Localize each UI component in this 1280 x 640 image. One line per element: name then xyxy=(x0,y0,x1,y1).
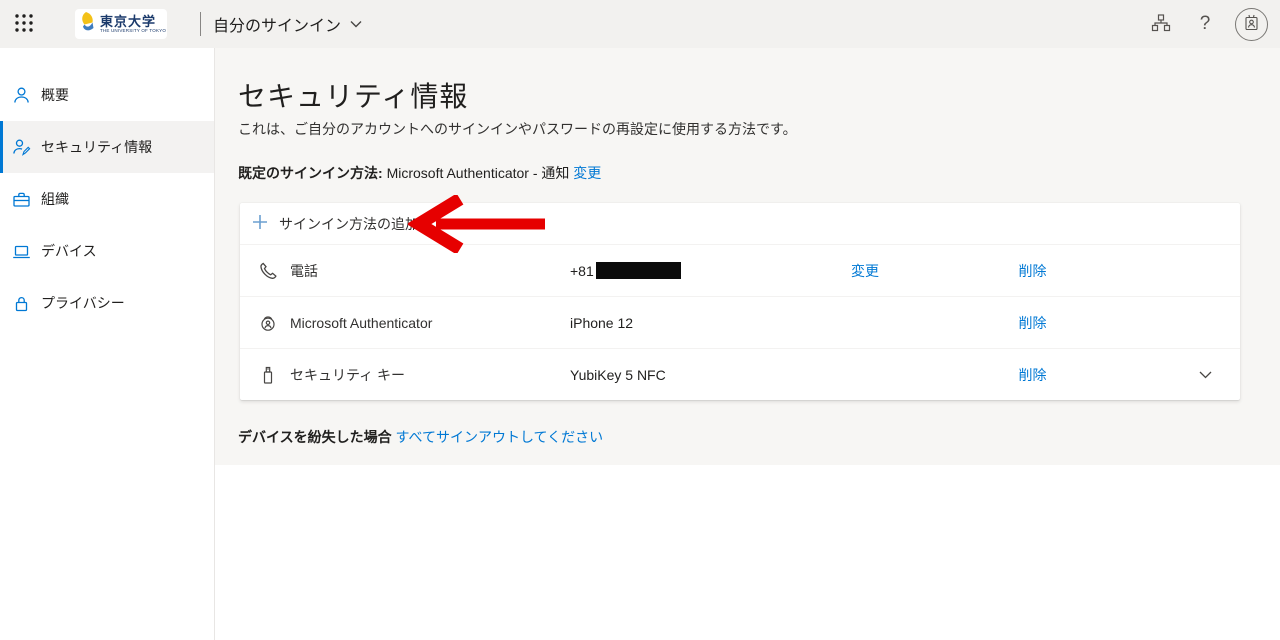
method-row-phone: 電話 +81 変更 削除 xyxy=(240,244,1240,296)
sidebar-item-organizations[interactable]: 組織 xyxy=(0,173,214,225)
expand-security-key-chevron[interactable] xyxy=(1120,371,1240,379)
person-icon xyxy=(11,85,31,105)
logo-text: 東京大学 THE UNIVERSITY OF TOKYO xyxy=(100,15,166,33)
sign-out-everywhere-link[interactable]: すべてサインアウトしてください xyxy=(395,429,603,445)
change-phone-link[interactable]: 変更 xyxy=(851,263,879,279)
header-divider xyxy=(200,12,201,36)
sidebar-item-label: プライバシー xyxy=(41,293,125,313)
phone-icon xyxy=(258,261,290,280)
sidebar-item-label: セキュリティ情報 xyxy=(41,137,152,157)
sidebar-item-label: デバイス xyxy=(41,241,97,261)
top-header: 東京大学 THE UNIVERSITY OF TOKYO 自分のサインイン xyxy=(0,0,1280,48)
main-content: セキュリティ情報 これは、ご自分のアカウントへのサインインやパスワードの再設定に… xyxy=(215,48,1280,465)
question-mark-icon: ? xyxy=(1200,13,1211,35)
lock-icon xyxy=(11,293,31,313)
usb-key-icon xyxy=(258,364,290,386)
my-signins-page: 東京大学 THE UNIVERSITY OF TOKYO 自分のサインイン xyxy=(0,0,1280,640)
delete-security-key-link[interactable]: 削除 xyxy=(1019,367,1047,383)
default-signin-method: 既定のサインイン方法: Microsoft Authenticator - 通知… xyxy=(238,163,601,183)
app-launcher-button[interactable] xyxy=(0,0,48,48)
sidebar-item-label: 概要 xyxy=(41,85,69,105)
ginkgo-leaf-icon xyxy=(76,11,96,38)
id-badge-icon xyxy=(1243,13,1260,36)
page-description: これは、ご自分のアカウントへのサインインやパスワードの再設定に使用する方法です。 xyxy=(238,119,797,139)
method-detail: +81 xyxy=(570,262,785,279)
delete-authenticator-link[interactable]: 削除 xyxy=(1019,315,1047,331)
redacted-phone-number xyxy=(596,262,681,279)
method-name: 電話 xyxy=(290,261,570,281)
account-avatar-button[interactable] xyxy=(1235,8,1268,41)
method-name: Microsoft Authenticator xyxy=(290,315,570,331)
change-default-method-link[interactable]: 変更 xyxy=(573,165,601,181)
organizations-button[interactable] xyxy=(1139,0,1183,48)
phone-country-code: +81 xyxy=(570,263,594,279)
header-right-actions: ? xyxy=(1139,0,1280,48)
laptop-icon xyxy=(11,241,31,261)
page-title: セキュリティ情報 xyxy=(238,75,468,115)
add-signin-method-button[interactable]: サインイン方法の追加 xyxy=(240,203,1240,244)
app-title: 自分のサインイン xyxy=(213,12,341,36)
logo-text-jp: 東京大学 xyxy=(100,15,166,28)
lost-device-label: デバイスを紛失した場合 xyxy=(238,429,392,445)
lost-device-line: デバイスを紛失した場合 すべてサインアウトしてください xyxy=(238,427,603,447)
sidebar-item-security-info[interactable]: セキュリティ情報 xyxy=(0,121,214,173)
method-row-authenticator: Microsoft Authenticator iPhone 12 削除 xyxy=(240,296,1240,348)
sidebar-item-devices[interactable]: デバイス xyxy=(0,225,214,277)
briefcase-icon xyxy=(11,189,31,209)
org-chart-icon xyxy=(1151,14,1171,35)
method-detail: YubiKey 5 NFC xyxy=(570,367,785,383)
default-method-value: Microsoft Authenticator - 通知 xyxy=(387,165,570,181)
help-button[interactable]: ? xyxy=(1183,0,1227,48)
delete-phone-link[interactable]: 削除 xyxy=(1019,263,1047,279)
signin-methods-card: サインイン方法の追加 電話 +81 変更 削除 xyxy=(240,203,1240,400)
sidebar-item-overview[interactable]: 概要 xyxy=(0,69,214,121)
person-edit-icon xyxy=(11,137,31,157)
waffle-icon xyxy=(14,13,34,36)
logo-text-en: THE UNIVERSITY OF TOKYO xyxy=(100,28,166,33)
sidebar-item-privacy[interactable]: プライバシー xyxy=(0,277,214,329)
chevron-down-icon xyxy=(350,15,362,33)
university-logo[interactable]: 東京大学 THE UNIVERSITY OF TOKYO xyxy=(75,9,167,39)
app-title-dropdown[interactable]: 自分のサインイン xyxy=(213,12,362,36)
plus-icon xyxy=(252,214,268,233)
default-method-label: 既定のサインイン方法: xyxy=(238,165,383,181)
method-name: セキュリティ キー xyxy=(290,365,570,385)
add-method-label: サインイン方法の追加 xyxy=(279,214,419,234)
authenticator-icon xyxy=(258,313,290,333)
sidebar-nav: 概要 セキュリティ情報 組織 xyxy=(0,48,215,640)
method-detail: iPhone 12 xyxy=(570,315,785,331)
method-row-security-key: セキュリティ キー YubiKey 5 NFC 削除 xyxy=(240,348,1240,400)
sidebar-item-label: 組織 xyxy=(41,189,69,209)
